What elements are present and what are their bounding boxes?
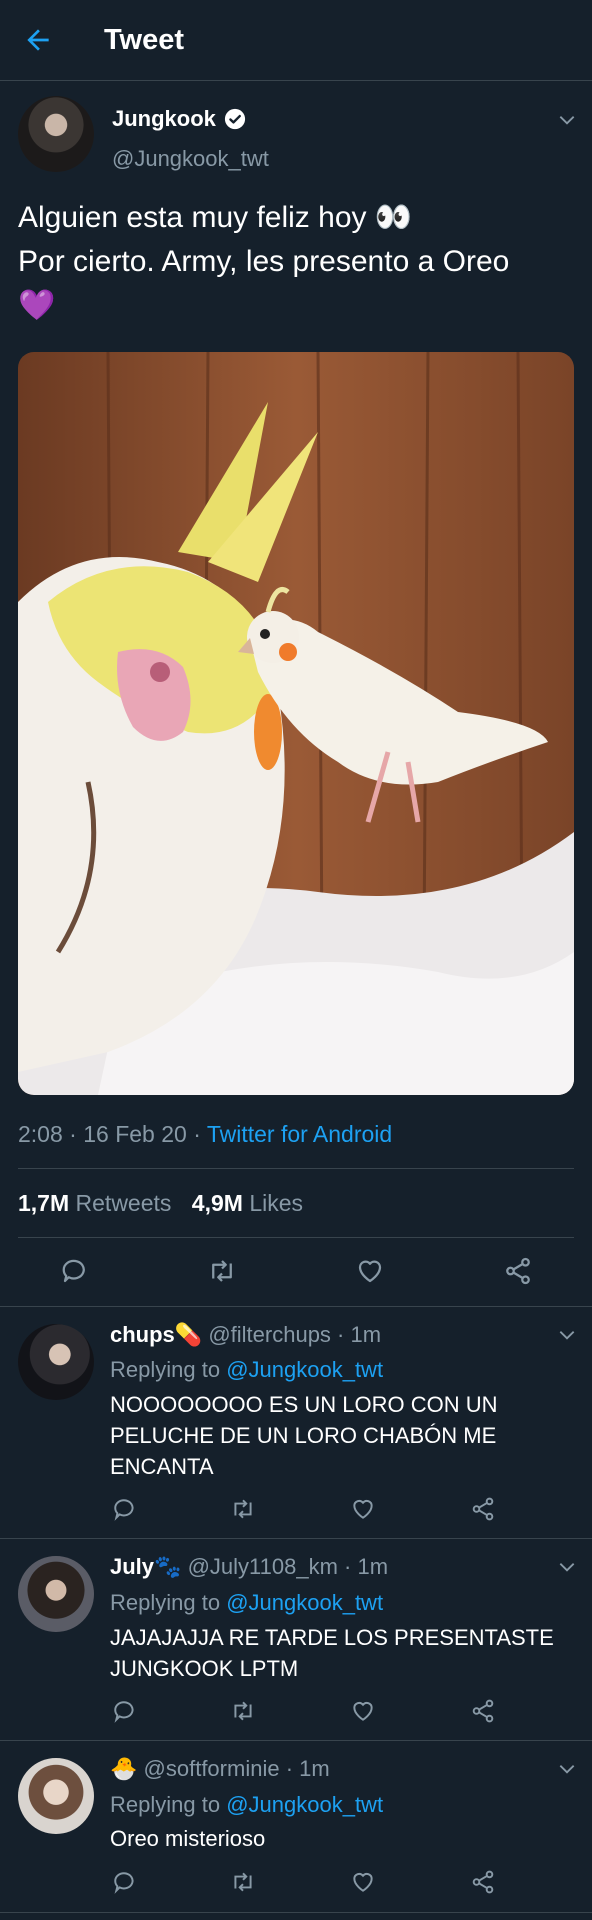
verified-icon <box>224 108 246 130</box>
tweet-meta: 2:08 · 16 Feb 20 · Twitter for Android <box>18 1121 393 1147</box>
reply-avatar[interactable] <box>18 1556 94 1632</box>
back-arrow-icon[interactable] <box>22 24 54 56</box>
reply-icon[interactable] <box>112 1698 138 1724</box>
stats-divider <box>18 1237 574 1238</box>
like-icon[interactable] <box>350 1496 376 1522</box>
share-icon[interactable] <box>470 1496 496 1522</box>
reply-icon[interactable] <box>60 1256 90 1286</box>
reply-divider <box>0 1912 592 1913</box>
retweet-icon[interactable] <box>207 1256 237 1286</box>
page-title: Tweet <box>104 24 185 56</box>
like-icon[interactable] <box>350 1698 376 1724</box>
retweet-icon[interactable] <box>230 1496 256 1522</box>
reply-icon[interactable] <box>112 1869 138 1895</box>
share-icon[interactable] <box>503 1256 533 1286</box>
reply-divider <box>0 1740 592 1741</box>
retweet-icon[interactable] <box>230 1698 256 1724</box>
retweet-icon[interactable] <box>230 1869 256 1895</box>
chevron-down-icon[interactable] <box>557 1759 577 1779</box>
reply-divider <box>0 1538 592 1539</box>
like-icon[interactable] <box>355 1256 385 1286</box>
tweet-source[interactable]: Twitter for Android <box>207 1121 392 1147</box>
retweets-stat[interactable]: 1,7M Retweets <box>18 1190 171 1216</box>
reply-avatar[interactable] <box>18 1758 94 1834</box>
chevron-down-icon[interactable] <box>557 1325 577 1345</box>
chevron-down-icon[interactable] <box>557 1557 577 1577</box>
reply-header: chups💊 @filterchups · 1m <box>110 1322 382 1347</box>
main-tweet-divider <box>0 1306 592 1307</box>
author-avatar[interactable] <box>18 96 94 172</box>
tweet-time: 2:08 <box>18 1121 63 1147</box>
reply-icon[interactable] <box>112 1496 138 1522</box>
reply-header: July🐾 @July1108_km · 1m <box>110 1554 389 1579</box>
reply-text: JAJAJAJJA RE TARDE LOS PRESENTASTE JUNGK… <box>110 1625 554 1681</box>
meta-divider <box>18 1168 574 1169</box>
tweet-stats: 1,7M Retweets 4,9M Likes <box>18 1190 303 1217</box>
like-icon[interactable] <box>350 1869 376 1895</box>
author-name[interactable]: Jungkook <box>112 106 216 132</box>
tweet-date: 16 Feb 20 <box>83 1121 187 1147</box>
reply-header: 🐣 @softforminie · 1m <box>110 1756 330 1781</box>
tweet-photo[interactable] <box>18 352 574 1095</box>
share-icon[interactable] <box>470 1869 496 1895</box>
replying-to: Replying to @Jungkook_twt <box>110 1590 384 1615</box>
likes-stat[interactable]: 4,9M Likes <box>192 1190 303 1216</box>
share-icon[interactable] <box>470 1698 496 1724</box>
chevron-down-icon[interactable] <box>557 110 577 130</box>
replying-to: Replying to @Jungkook_twt <box>110 1357 384 1382</box>
tweet-text: Alguien esta muy feliz hoy 👀 Por cierto.… <box>18 201 510 322</box>
top-bar: Tweet <box>0 0 592 80</box>
replying-to: Replying to @Jungkook_twt <box>110 1792 384 1817</box>
header-divider <box>0 80 592 81</box>
reply-text: Oreo misterioso <box>110 1826 266 1851</box>
author-handle[interactable]: @Jungkook_twt <box>112 146 269 172</box>
reply-text: NOOOOOOOO ES UN LORO CON UN PELUCHE DE U… <box>110 1392 498 1479</box>
reply-avatar[interactable] <box>18 1324 94 1400</box>
